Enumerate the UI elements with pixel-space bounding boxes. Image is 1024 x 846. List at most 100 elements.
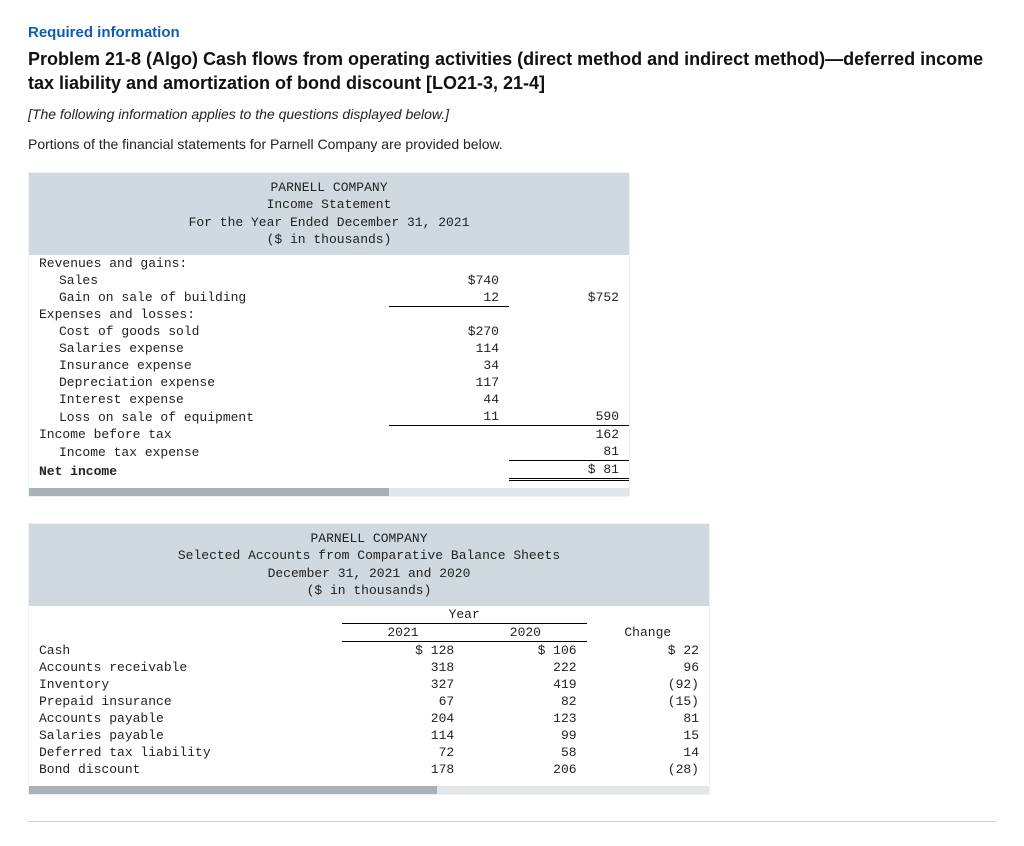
table-row: Income before tax 162 bbox=[29, 426, 629, 444]
table-row: Gain on sale of building 12 $752 bbox=[29, 289, 629, 307]
row-label: Sales bbox=[29, 272, 389, 289]
row-label: Deferred tax liability bbox=[29, 744, 342, 761]
row-label: Salaries expense bbox=[29, 340, 389, 357]
row-value: 12 bbox=[389, 289, 509, 307]
row-label: Depreciation expense bbox=[29, 374, 389, 391]
table-row: Inventory 327 419 (92) bbox=[29, 676, 709, 693]
cell-change: 81 bbox=[587, 710, 709, 727]
row-value: 34 bbox=[389, 357, 509, 374]
cell-change: 96 bbox=[587, 659, 709, 676]
row-label: Revenues and gains: bbox=[29, 255, 389, 272]
table-row: Insurance expense 34 bbox=[29, 357, 629, 374]
table-row: Accounts payable 204 123 81 bbox=[29, 710, 709, 727]
cell-2021: $ 128 bbox=[342, 641, 464, 659]
cell-2020: 222 bbox=[464, 659, 586, 676]
applies-note: [The following information applies to th… bbox=[28, 106, 996, 122]
cell-2021: 204 bbox=[342, 710, 464, 727]
row-label: Accounts receivable bbox=[29, 659, 342, 676]
income-statement-table: Revenues and gains: Sales $740 Gain on s… bbox=[29, 255, 629, 488]
statement-period: December 31, 2021 and 2020 bbox=[29, 565, 709, 583]
horizontal-scrollbar[interactable] bbox=[29, 786, 709, 794]
table-row: Cost of goods sold $270 bbox=[29, 323, 629, 340]
company-name: PARNELL COMPANY bbox=[29, 179, 629, 197]
balance-sheet-header: PARNELL COMPANY Selected Accounts from C… bbox=[29, 524, 709, 606]
income-statement-box: PARNELL COMPANY Income Statement For the… bbox=[28, 172, 630, 497]
row-value: $270 bbox=[389, 323, 509, 340]
table-row: Loss on sale of equipment 11 590 bbox=[29, 408, 629, 426]
row-label: Cost of goods sold bbox=[29, 323, 389, 340]
balance-sheet-box: PARNELL COMPANY Selected Accounts from C… bbox=[28, 523, 710, 795]
cell-2021: 72 bbox=[342, 744, 464, 761]
row-label: Insurance expense bbox=[29, 357, 389, 374]
company-name: PARNELL COMPANY bbox=[29, 530, 709, 548]
table-row: Net income $ 81 bbox=[29, 461, 629, 480]
row-label: Loss on sale of equipment bbox=[29, 408, 389, 426]
year-header: Year bbox=[342, 606, 587, 624]
cell-change: 14 bbox=[587, 744, 709, 761]
balance-sheet-table: Year 2021 2020 Change Cash $ 128 $ 106 $… bbox=[29, 606, 709, 786]
divider bbox=[28, 821, 996, 822]
row-value: 114 bbox=[389, 340, 509, 357]
row-value: 11 bbox=[389, 408, 509, 426]
col-change: Change bbox=[587, 623, 709, 641]
net-income-label: Net income bbox=[29, 461, 389, 480]
row-value: $740 bbox=[389, 272, 509, 289]
cell-2021: 318 bbox=[342, 659, 464, 676]
table-row: Income tax expense 81 bbox=[29, 443, 629, 461]
row-label: Cash bbox=[29, 641, 342, 659]
cell-2020: 123 bbox=[464, 710, 586, 727]
table-row: Expenses and losses: bbox=[29, 306, 629, 323]
table-row: Bond discount 178 206 (28) bbox=[29, 761, 709, 778]
table-row: Salaries payable 114 99 15 bbox=[29, 727, 709, 744]
table-row: Year bbox=[29, 606, 709, 624]
cell-change: (92) bbox=[587, 676, 709, 693]
statement-period: For the Year Ended December 31, 2021 bbox=[29, 214, 629, 232]
cell-2020: 206 bbox=[464, 761, 586, 778]
row-label: Income tax expense bbox=[29, 443, 389, 461]
problem-title: Problem 21-8 (Algo) Cash flows from oper… bbox=[28, 47, 996, 96]
row-label: Inventory bbox=[29, 676, 342, 693]
table-row: Revenues and gains: bbox=[29, 255, 629, 272]
statement-title: Selected Accounts from Comparative Balan… bbox=[29, 547, 709, 565]
table-row: Sales $740 bbox=[29, 272, 629, 289]
cell-2020: 99 bbox=[464, 727, 586, 744]
row-label: Bond discount bbox=[29, 761, 342, 778]
table-row: Interest expense 44 bbox=[29, 391, 629, 408]
row-label: Prepaid insurance bbox=[29, 693, 342, 710]
cell-2020: 58 bbox=[464, 744, 586, 761]
statement-title: Income Statement bbox=[29, 196, 629, 214]
cell-2020: 419 bbox=[464, 676, 586, 693]
col-2020: 2020 bbox=[464, 623, 586, 641]
cell-2021: 67 bbox=[342, 693, 464, 710]
cell-2020: 82 bbox=[464, 693, 586, 710]
income-statement-header: PARNELL COMPANY Income Statement For the… bbox=[29, 173, 629, 255]
table-row: Accounts receivable 318 222 96 bbox=[29, 659, 709, 676]
row-value: 44 bbox=[389, 391, 509, 408]
row-value: 162 bbox=[509, 426, 629, 444]
row-value: 81 bbox=[509, 443, 629, 461]
table-row: Prepaid insurance 67 82 (15) bbox=[29, 693, 709, 710]
row-label: Salaries payable bbox=[29, 727, 342, 744]
row-label: Accounts payable bbox=[29, 710, 342, 727]
table-row: Deferred tax liability 72 58 14 bbox=[29, 744, 709, 761]
cell-2021: 114 bbox=[342, 727, 464, 744]
row-label: Expenses and losses: bbox=[29, 306, 389, 323]
row-value: 117 bbox=[389, 374, 509, 391]
net-income-value: $ 81 bbox=[509, 461, 629, 480]
intro-text: Portions of the financial statements for… bbox=[28, 136, 996, 152]
table-row: Salaries expense 114 bbox=[29, 340, 629, 357]
row-label: Interest expense bbox=[29, 391, 389, 408]
statement-units: ($ in thousands) bbox=[29, 231, 629, 249]
required-information-heading: Required information bbox=[28, 24, 996, 41]
row-label: Income before tax bbox=[29, 426, 389, 444]
row-label: Gain on sale of building bbox=[29, 289, 389, 307]
row-total: $752 bbox=[509, 289, 629, 307]
horizontal-scrollbar[interactable] bbox=[29, 488, 629, 496]
cell-2021: 327 bbox=[342, 676, 464, 693]
cell-change: 15 bbox=[587, 727, 709, 744]
statement-units: ($ in thousands) bbox=[29, 582, 709, 600]
table-row: 2021 2020 Change bbox=[29, 623, 709, 641]
cell-change: $ 22 bbox=[587, 641, 709, 659]
cell-2021: 178 bbox=[342, 761, 464, 778]
table-row: Depreciation expense 117 bbox=[29, 374, 629, 391]
